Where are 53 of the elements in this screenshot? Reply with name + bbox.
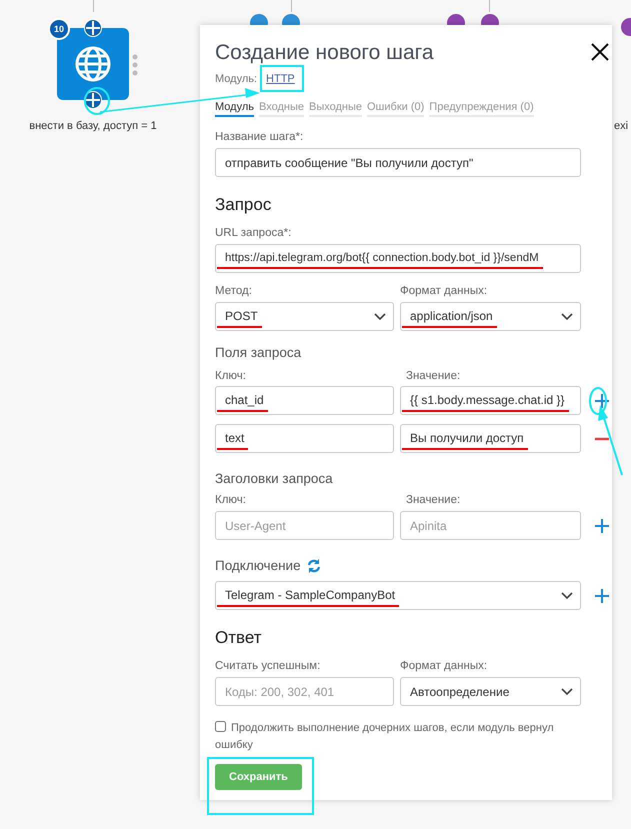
field-label: Значение: bbox=[406, 370, 460, 382]
chevron-icon bbox=[561, 592, 573, 600]
field-label: Формат данных: bbox=[400, 660, 488, 672]
select-field[interactable]: Автоопределение bbox=[400, 677, 581, 706]
module-label: Модуль: bbox=[215, 73, 258, 85]
count-badge: 10 bbox=[48, 18, 70, 40]
select-field[interactable]: application/json bbox=[400, 302, 581, 331]
annotation-arrow bbox=[598, 405, 623, 476]
section-heading: Запрос bbox=[215, 195, 272, 215]
plus-icon bbox=[595, 394, 609, 408]
chevron-icon bbox=[561, 688, 573, 696]
field-label: Ключ: bbox=[215, 494, 247, 506]
input-field[interactable]: отправить сообщение "Вы получили доступ" bbox=[215, 148, 581, 177]
add-button[interactable] bbox=[595, 518, 609, 532]
section-heading: Ответ bbox=[215, 628, 263, 648]
checkbox[interactable] bbox=[215, 721, 226, 732]
input-field[interactable]: text bbox=[215, 424, 394, 453]
input-field[interactable]: https://api.telegram.org/bot{{ connection.body.bot_id }}/sendM bbox=[215, 244, 581, 273]
highlight-circle bbox=[84, 87, 110, 115]
highlight-circle bbox=[589, 387, 607, 415]
add-button[interactable] bbox=[595, 394, 609, 408]
field-label: URL запроса*: bbox=[215, 227, 292, 239]
chevron-icon bbox=[374, 312, 386, 320]
field-label: Считать успешным: bbox=[215, 660, 322, 672]
field-label: Формат данных: bbox=[400, 285, 488, 297]
globe-icon bbox=[74, 45, 112, 83]
add-step-button[interactable] bbox=[84, 19, 102, 37]
field-label: Название шага*: bbox=[215, 131, 304, 143]
plus-icon bbox=[595, 588, 609, 602]
node-label: exi bbox=[614, 120, 628, 132]
field-label: Метод: bbox=[215, 285, 253, 297]
refresh-icon[interactable] bbox=[306, 558, 321, 572]
node-label: внести в базу, доступ = 1 bbox=[28, 120, 158, 132]
plus-icon bbox=[595, 518, 609, 532]
highlight-frame bbox=[260, 65, 304, 92]
heading-text: Подключение bbox=[215, 558, 301, 573]
plus-icon bbox=[86, 21, 100, 35]
plus-icon bbox=[86, 93, 100, 107]
input-field[interactable]: {{ s1.body.message.chat.id }} bbox=[400, 386, 581, 415]
field-label: Значение: bbox=[406, 494, 460, 506]
module-link[interactable]: HTTP bbox=[266, 73, 295, 85]
add-button[interactable] bbox=[595, 588, 609, 602]
section-heading: Поля запроса bbox=[215, 345, 302, 360]
section-heading: Заголовки запроса bbox=[215, 471, 334, 486]
field-label: Ключ: bbox=[215, 370, 247, 382]
input-field[interactable]: Вы получили доступ bbox=[400, 424, 581, 453]
select-field[interactable]: POST bbox=[215, 302, 394, 331]
select-field[interactable]: Telegram - SampleCompanyBot bbox=[215, 581, 581, 610]
chevron-icon bbox=[561, 312, 573, 320]
dialog-title: Создание нового шага bbox=[215, 41, 434, 65]
continue-checkbox-label[interactable]: Продолжить выполнение дочерних шагов, если модуль вернул ошибку bbox=[215, 720, 560, 754]
tab[interactable]: Модуль bbox=[215, 101, 254, 117]
input-field[interactable]: chat_id bbox=[215, 386, 394, 415]
